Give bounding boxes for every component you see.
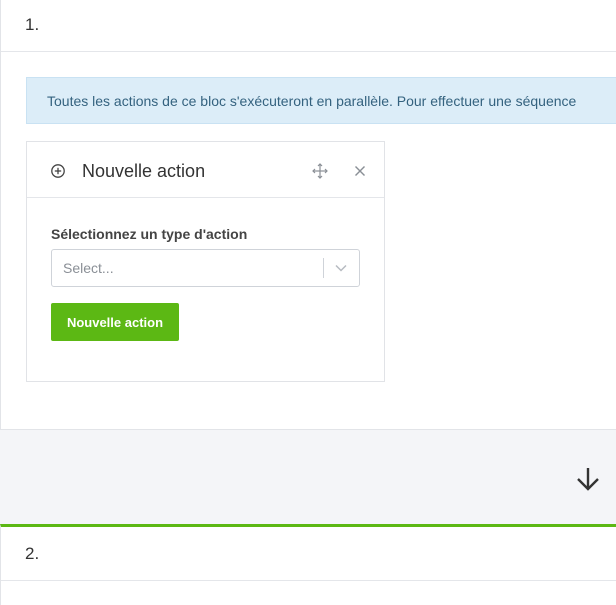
card-header: Nouvelle action <box>27 142 384 198</box>
workflow-editor: 1. Toutes les actions de ce bloc s'exécu… <box>0 0 616 605</box>
card-title: Nouvelle action <box>82 161 206 181</box>
info-banner: Toutes les actions de ce bloc s'exécuter… <box>26 77 616 124</box>
block-number: 1. <box>25 15 40 34</box>
chevron-down-icon[interactable] <box>334 262 348 274</box>
new-action-card: Nouvelle action Sélectionnez un type d'a… <box>26 141 385 382</box>
action-type-select[interactable]: Select... <box>51 249 360 287</box>
block-header: 2. <box>1 527 616 581</box>
plus-circle-icon <box>51 164 65 178</box>
select-placeholder: Select... <box>63 260 114 276</box>
action-block-2: 2. <box>0 524 616 605</box>
close-icon[interactable] <box>354 165 366 177</box>
block-number: 2. <box>25 544 40 563</box>
action-block-1: 1. Toutes les actions de ce bloc s'exécu… <box>0 0 616 430</box>
move-icon[interactable] <box>312 163 328 179</box>
new-action-button[interactable]: Nouvelle action <box>51 303 179 341</box>
info-banner-text: Toutes les actions de ce bloc s'exécuter… <box>47 93 577 109</box>
block-header: 1. <box>1 0 616 52</box>
arrow-down-icon <box>577 468 599 491</box>
select-separator <box>323 258 324 278</box>
action-type-label: Sélectionnez un type d'action <box>51 226 248 242</box>
